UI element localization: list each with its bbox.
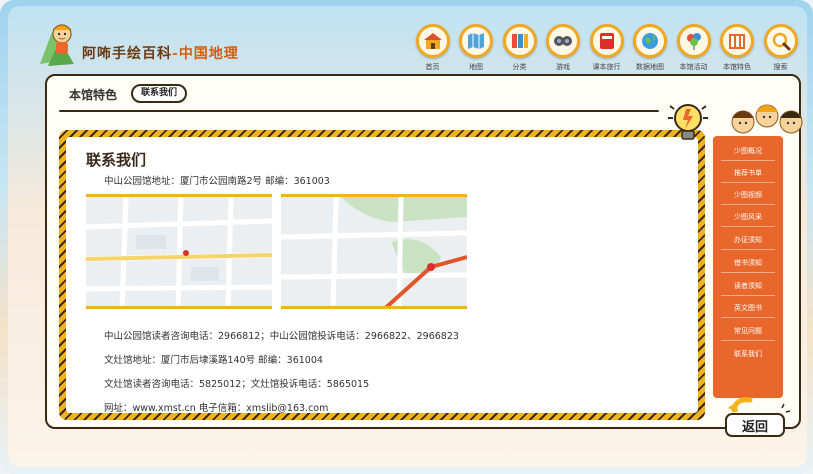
header-divider — [59, 110, 659, 112]
section-title: 本馆特色 — [69, 88, 118, 102]
category-icon — [502, 24, 537, 58]
content-frame: 联系我们 中山公园馆地址：厦门市公园南路2号 邮编：361003 中山公园馆读者… — [59, 130, 705, 420]
library-icon — [720, 24, 754, 58]
map-graphic — [86, 197, 272, 306]
search-icon — [763, 24, 798, 58]
nav-item-map[interactable]: 地图 — [455, 24, 498, 76]
sidebar-item-english-books[interactable]: 英文图书 — [713, 303, 783, 313]
nav-item-game[interactable]: 游戏 — [542, 24, 585, 76]
nav-item-home[interactable]: 首页 — [411, 24, 454, 76]
contact-us-tab[interactable]: 联系我们 — [131, 84, 188, 103]
back-button[interactable]: 返回 — [720, 394, 792, 440]
zhongshan-phones: 中山公园馆读者咨询电话：2966812；中山公园馆投诉电话：2966822、29… — [104, 331, 459, 342]
book-icon — [589, 24, 624, 58]
app-logo[interactable]: 阿咘手绘百科-中国地理 — [38, 18, 238, 76]
nav-item-search[interactable]: 搜索 — [759, 24, 802, 76]
nav-item-category[interactable]: 分类 — [498, 24, 541, 76]
website-email: 网址：www.xmst.cn 电子信箱：xmslib@163.com — [104, 403, 329, 413]
nav-item-data-map[interactable]: 数据地图 — [629, 24, 672, 76]
app-title: 阿咘手绘百科-中国地理 — [82, 46, 239, 62]
sidebar-item-reader-guide[interactable]: 读者须知 — [713, 281, 783, 291]
sidebar-divider — [721, 317, 775, 318]
sidebar-divider — [721, 226, 775, 227]
sidebar-item-faq[interactable]: 常见问题 — [713, 326, 783, 336]
map-graphic — [281, 197, 467, 306]
sidebar-item-gallery[interactable]: 少图风采 — [713, 212, 783, 222]
mascot-logo-icon — [40, 24, 74, 66]
nav-item-activities[interactable]: 本馆活动 — [672, 24, 715, 76]
balloon-icon — [676, 24, 711, 58]
wenzao-map-image[interactable] — [281, 194, 467, 309]
sidebar-divider — [721, 272, 775, 273]
nav-item-library-features[interactable]: 本馆特色 — [716, 24, 759, 76]
app-window: 阿咘手绘百科-中国地理 首页 地图 分类 游戏 课本旅行 数据地图 本馆活动 本… — [0, 0, 813, 474]
map-icon — [459, 24, 493, 58]
zhongshan-address: 中山公园馆地址：厦门市公园南路2号 邮编：361003 — [104, 176, 330, 187]
game-icon — [546, 24, 580, 58]
sidebar-item-contact[interactable]: 联系我们 — [713, 349, 783, 359]
wenzao-phones: 文灶馆读者咨询电话：5825012；文灶馆投诉电话：5865015 — [104, 379, 370, 390]
sidebar-divider — [721, 249, 775, 250]
sidebar-divider — [721, 340, 775, 341]
sidebar-item-overview[interactable]: 少图概况 — [713, 146, 783, 156]
sidebar-item-video[interactable]: 少图视频 — [713, 190, 783, 200]
sidebar-divider — [721, 204, 775, 205]
home-icon — [415, 24, 450, 58]
wenzao-address: 文灶馆地址：厦门市后埭溪路140号 邮编：361004 — [104, 355, 323, 366]
kids-illustration-icon — [731, 104, 803, 134]
sidebar-divider — [721, 160, 775, 161]
back-button-label: 返回 — [741, 420, 768, 435]
page-background: 阿咘手绘百科-中国地理 首页 地图 分类 游戏 课本旅行 数据地图 本馆活动 本… — [8, 6, 807, 467]
lightbulb-icon — [668, 104, 708, 140]
top-nav: 首页 地图 分类 游戏 课本旅行 数据地图 本馆活动 本馆特色 搜索 — [411, 24, 811, 76]
sidebar-item-card-guide[interactable]: 办证须知 — [713, 235, 783, 245]
sidebar-divider — [721, 295, 775, 296]
sidebar-item-booklist[interactable]: 推荐书单 — [713, 168, 783, 178]
sidebar-divider — [721, 182, 775, 183]
globe-icon — [633, 24, 667, 58]
content-panel[interactable]: 联系我们 中山公园馆地址：厦门市公园南路2号 邮编：361003 中山公园馆读者… — [66, 137, 698, 413]
zhongshan-map-image[interactable] — [86, 194, 272, 309]
nav-item-textbook-travel[interactable]: 课本旅行 — [585, 24, 628, 76]
sidebar-item-borrow-guide[interactable]: 借书须知 — [713, 258, 783, 268]
sidebar-menu: 少图概况 推荐书单 少图视频 少图风采 办证须知 借书须知 读者须知 英文图书 … — [713, 136, 783, 398]
content-title: 联系我们 — [86, 151, 147, 169]
